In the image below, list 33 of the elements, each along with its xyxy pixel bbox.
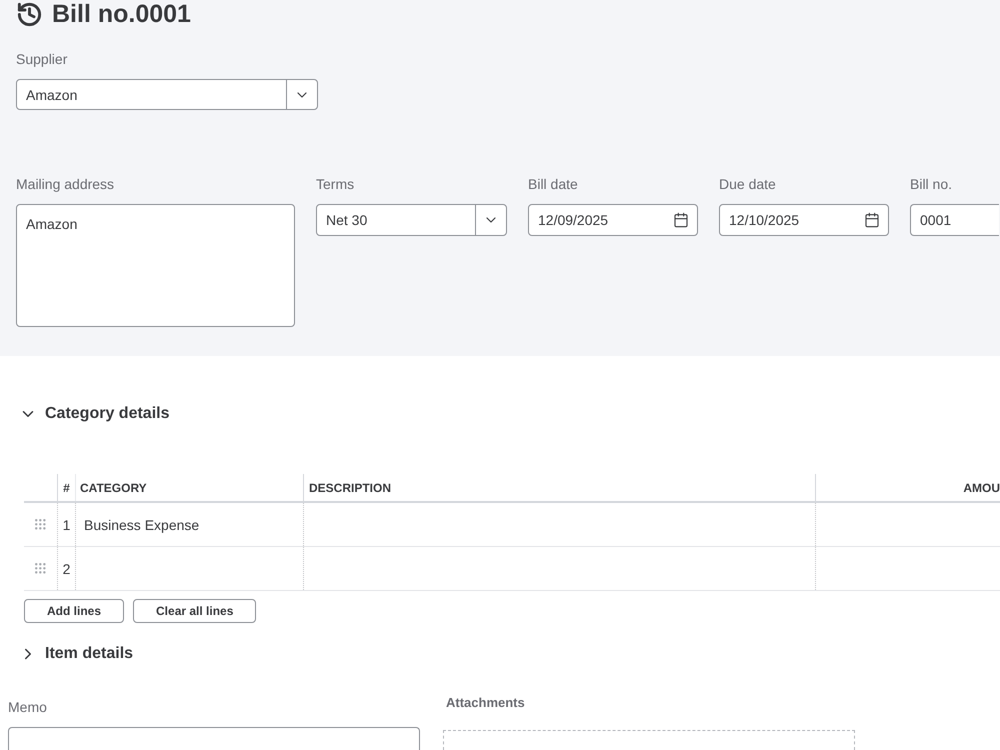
address-field[interactable]: Amazon	[16, 204, 295, 327]
column-header: #	[63, 480, 70, 496]
drag-handle-icon[interactable]	[35, 563, 46, 574]
supplier-dropdown[interactable]: Amazon	[16, 79, 318, 110]
field-label: Due date	[719, 175, 777, 194]
row-number: 1	[62, 516, 70, 534]
column-header: DESCRIPTION	[309, 480, 392, 496]
add-lines-button[interactable]: Add lines	[24, 599, 124, 623]
drag-handle-icon[interactable]	[35, 519, 46, 530]
terms-dropdown[interactable]: Net 30	[316, 204, 507, 236]
field-label: Mailing address	[16, 175, 116, 194]
field-label: Supplier	[16, 50, 68, 69]
field-label: Terms	[316, 175, 356, 194]
calendar-icon[interactable]	[864, 212, 880, 228]
column-header: AMOU	[963, 480, 1000, 496]
bill-number-field[interactable]: 0001	[910, 204, 999, 236]
attachments-drop-zone[interactable]	[443, 730, 855, 750]
category-details-toggle[interactable]: Category details	[19, 402, 170, 426]
page-title: Bill no.0001	[52, 0, 191, 28]
clear-lines-button[interactable]: Clear all lines	[133, 599, 256, 623]
attachments-label: Attachments	[445, 694, 526, 712]
row-number: 2	[62, 560, 70, 578]
field-label: Bill date	[528, 175, 579, 194]
table-cell[interactable]: Business Expense	[84, 514, 200, 534]
calendar-icon[interactable]	[673, 212, 689, 228]
date-field[interactable]: 12/09/2025	[528, 204, 698, 236]
column-header: CATEGORY	[80, 480, 147, 496]
item-details-toggle[interactable]: Item details	[19, 642, 134, 666]
field-label: Memo	[8, 698, 48, 717]
history-icon[interactable]	[16, 0, 43, 28]
field-label: Bill no.	[910, 175, 954, 194]
memo-field[interactable]	[8, 727, 420, 750]
date-field[interactable]: 12/10/2025	[719, 204, 889, 236]
